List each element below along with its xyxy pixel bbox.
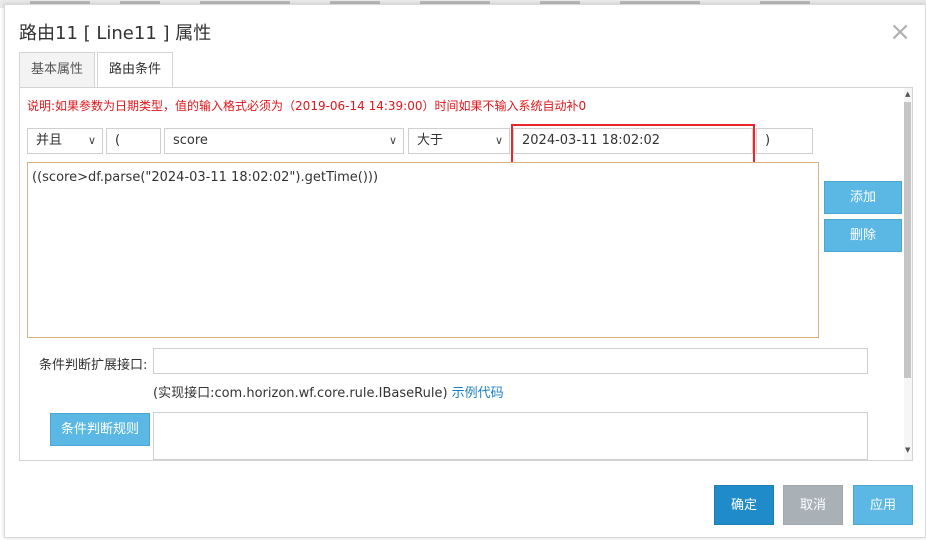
operator-select-value: 大于 — [417, 133, 444, 148]
chevron-down-icon: ∨ — [87, 134, 96, 147]
extension-interface-input[interactable] — [153, 348, 868, 374]
properties-dialog: 路由11 [ Line11 ] 属性 × 基本属性 路由条件 说明:如果参数为日… — [4, 4, 926, 538]
dialog-title: 路由11 [ Line11 ] 属性 — [19, 23, 212, 44]
right-paren-input[interactable]: ) — [756, 128, 813, 154]
confirm-button[interactable]: 确定 — [714, 485, 774, 525]
close-icon[interactable]: × — [889, 19, 911, 45]
tab-basic-properties[interactable]: 基本属性 — [19, 52, 96, 87]
field-select-value: score — [173, 133, 208, 148]
extension-interface-label: 条件判断扩展接口: — [39, 358, 148, 373]
condition-rule-button[interactable]: 条件判断规则 — [50, 413, 150, 446]
operator-select[interactable]: 大于 ∨ — [408, 128, 510, 154]
scrollbar-thumb[interactable] — [904, 102, 911, 378]
interface-hint: (实现接口:com.horizon.wf.core.rule.IBaseRule… — [153, 382, 504, 401]
interface-hint-text: (实现接口:com.horizon.wf.core.rule.IBaseRule… — [153, 386, 448, 401]
add-button[interactable]: 添加 — [824, 181, 902, 214]
route-conditions-panel: 说明:如果参数为日期类型，值的输入格式必须为（2019-06-14 14:39:… — [19, 87, 913, 461]
apply-button[interactable]: 应用 — [853, 485, 913, 525]
date-format-note: 说明:如果参数为日期类型，值的输入格式必须为（2019-06-14 14:39:… — [27, 99, 587, 113]
condition-rule-area[interactable] — [153, 412, 868, 460]
cancel-button[interactable]: 取消 — [783, 485, 843, 525]
chevron-down-icon: ∨ — [388, 134, 397, 147]
tab-route-conditions[interactable]: 路由条件 — [97, 52, 174, 88]
highlight-annotation — [511, 124, 755, 164]
condition-expression-area[interactable]: ((score>df.parse("2024-03-11 18:02:02").… — [27, 162, 819, 338]
left-paren-input[interactable]: ( — [106, 128, 161, 154]
scroll-down-icon[interactable]: ▼ — [905, 446, 910, 454]
scroll-up-icon[interactable]: ▲ — [905, 90, 910, 98]
delete-button[interactable]: 删除 — [824, 219, 902, 252]
example-code-link[interactable]: 示例代码 — [452, 386, 504, 401]
logic-select-value: 并且 — [36, 133, 63, 148]
logic-select[interactable]: 并且 ∨ — [27, 128, 103, 154]
tab-bar: 基本属性 路由条件 — [19, 51, 175, 88]
field-select[interactable]: score ∨ — [164, 128, 404, 154]
chevron-down-icon: ∨ — [494, 134, 503, 147]
